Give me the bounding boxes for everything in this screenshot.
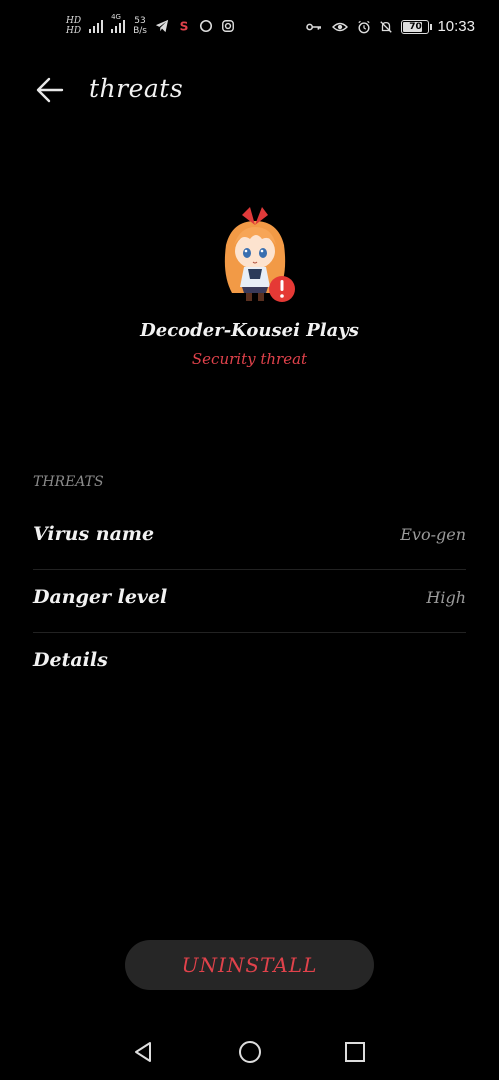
circle-icon bbox=[199, 19, 213, 33]
row-details[interactable]: Details bbox=[33, 633, 466, 696]
signal-icon bbox=[89, 19, 104, 33]
section-label: THREATS bbox=[33, 474, 104, 490]
row-label: Details bbox=[33, 649, 108, 671]
back-nav-icon[interactable] bbox=[131, 1040, 155, 1064]
home-nav-icon[interactable] bbox=[238, 1040, 262, 1064]
row-virus-name: Virus name Evo-gen bbox=[33, 507, 466, 570]
row-value: Evo-gen bbox=[400, 525, 466, 544]
uninstall-button[interactable]: UNINSTALL bbox=[125, 940, 374, 990]
recents-nav-icon[interactable] bbox=[343, 1040, 367, 1064]
clock: 10:33 bbox=[437, 18, 475, 35]
hd-indicator: HD HD bbox=[66, 16, 82, 36]
row-label: Virus name bbox=[33, 523, 155, 545]
threat-status: Security threat bbox=[191, 350, 308, 368]
app-name: Decoder-Kousei Plays bbox=[140, 320, 359, 341]
row-label: Danger level bbox=[33, 586, 168, 608]
navigation-bar bbox=[0, 1030, 499, 1074]
status-bar-right: 70 10:33 bbox=[305, 18, 475, 35]
row-value: High bbox=[426, 588, 466, 607]
page-title: threats bbox=[89, 74, 184, 103]
telegram-icon bbox=[155, 19, 169, 33]
app-s-icon: S bbox=[180, 19, 189, 33]
network-speed: 53 B/s bbox=[133, 16, 147, 36]
signal-4g-icon: 4G bbox=[111, 13, 126, 33]
battery-icon: 70 bbox=[401, 19, 433, 34]
status-bar: HD HD 4G 53 B/s S 70 10:33 bbox=[0, 0, 499, 62]
instagram-icon bbox=[222, 20, 234, 32]
eye-icon bbox=[332, 22, 349, 31]
mute-icon bbox=[380, 20, 393, 33]
app-avatar bbox=[224, 207, 295, 302]
key-icon bbox=[306, 23, 322, 30]
alarm-icon bbox=[358, 20, 371, 33]
top-app-bar: threats bbox=[0, 62, 499, 118]
row-danger-level: Danger level High bbox=[33, 570, 466, 633]
back-arrow-icon[interactable] bbox=[34, 74, 66, 106]
svg-text:S: S bbox=[180, 19, 189, 33]
status-bar-left: HD HD 4G 53 B/s S bbox=[66, 13, 235, 36]
